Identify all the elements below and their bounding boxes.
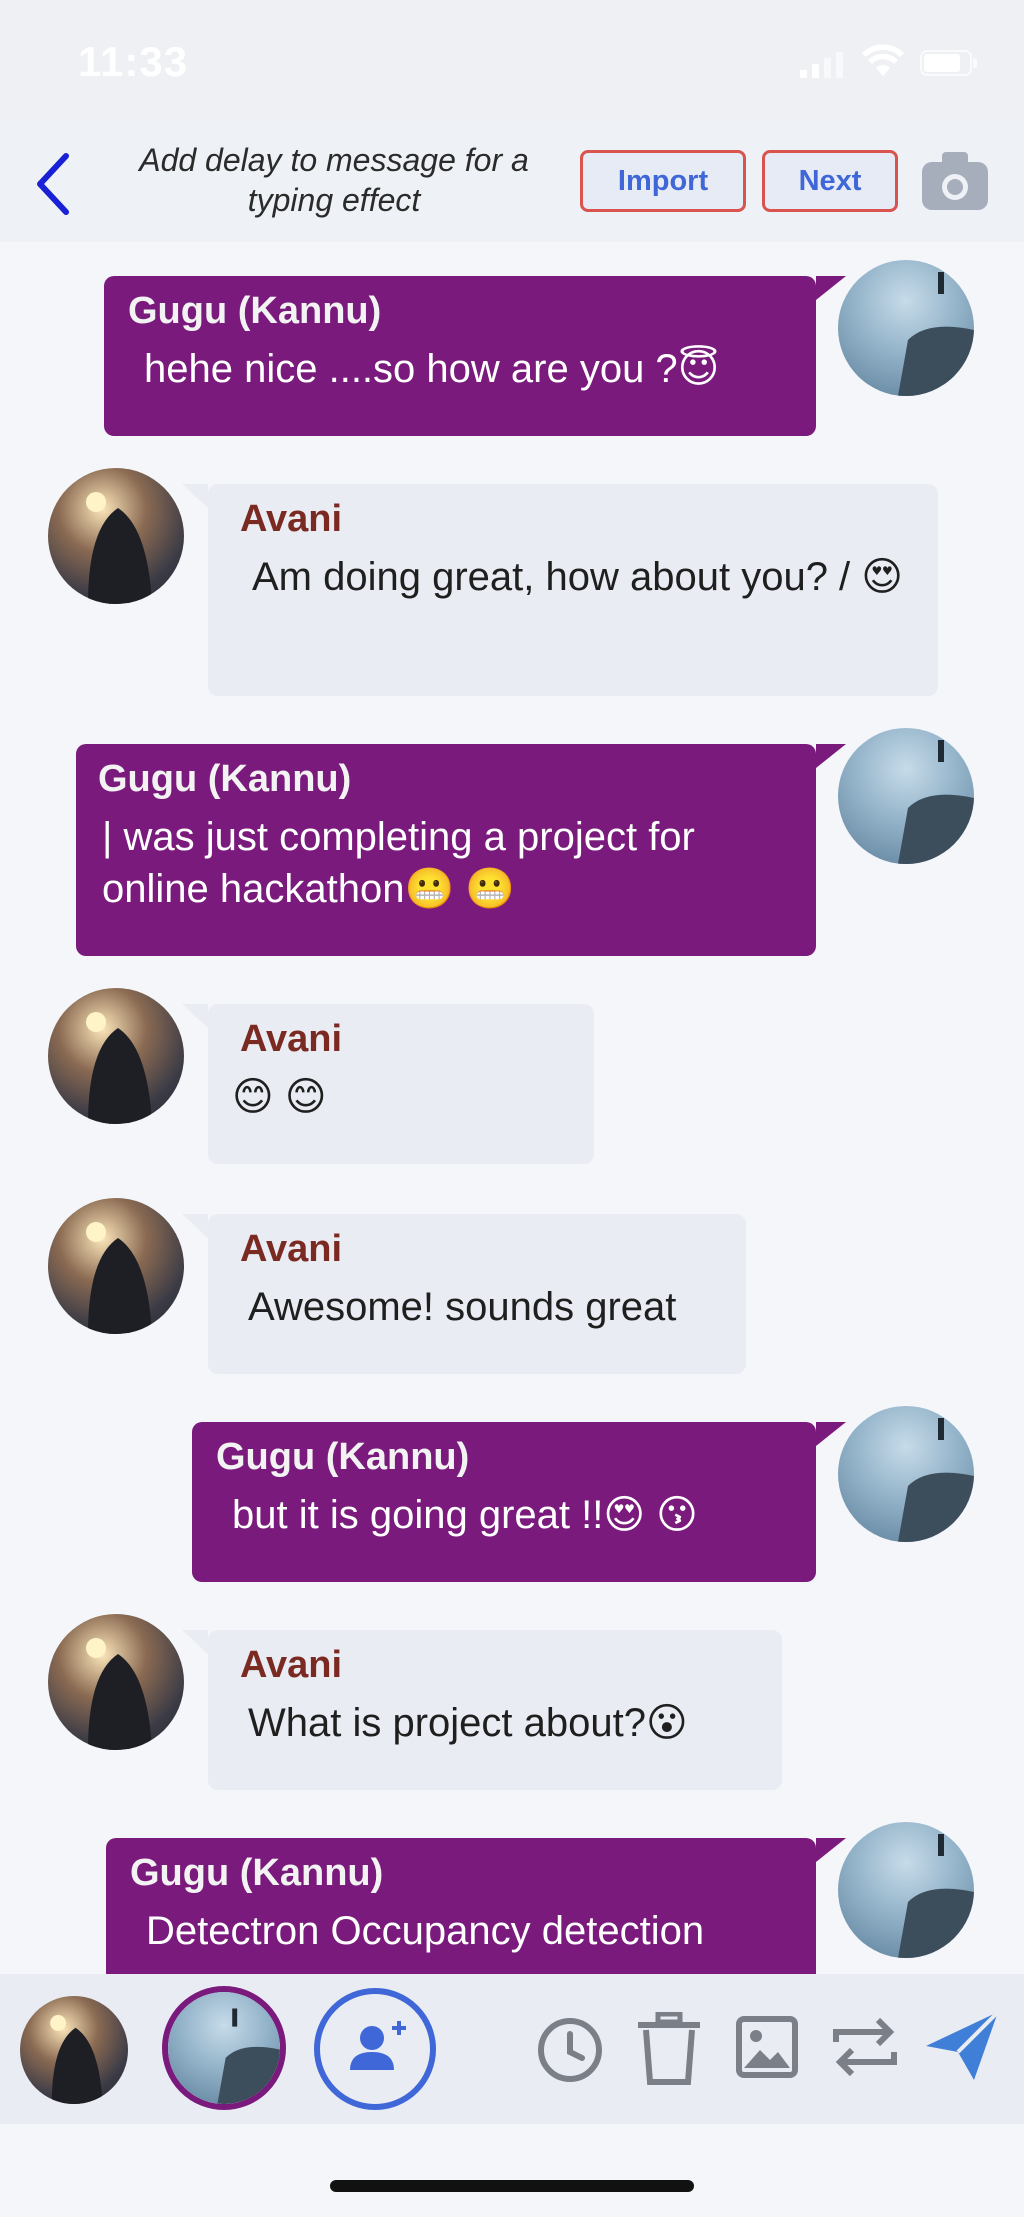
sender-name: Gugu (Kannu) (130, 1852, 384, 1894)
avatar-avani-selector[interactable] (20, 1996, 128, 2104)
sender-name: Gugu (Kannu) (216, 1436, 470, 1478)
message-bubble-received[interactable]: Avani What is project about?😮 (182, 1630, 782, 1790)
send-icon[interactable] (924, 2010, 1000, 2082)
avatar-avani (48, 1198, 184, 1334)
avatar-gugu-selector[interactable] (162, 1986, 286, 2110)
chat-list[interactable]: Gugu (Kannu) hehe nice ....so how are yo… (0, 242, 1024, 1974)
message-text: Awesome! sounds great (248, 1285, 677, 1329)
image-icon[interactable] (736, 2016, 798, 2078)
sender-name: Avani (240, 1018, 343, 1060)
next-button[interactable]: Next (762, 150, 898, 212)
avatar-gugu (838, 728, 974, 864)
message-text: What is project about?😮 (248, 1701, 688, 1745)
message-bubble-sent[interactable]: Gugu (Kannu) but it is going great !!😍 😗 (192, 1422, 846, 1582)
message-text: | was just completing a project for onli… (102, 815, 695, 911)
battery-icon (920, 50, 977, 76)
clock-icon[interactable] (536, 2016, 604, 2084)
status-time: 11:33 (78, 38, 189, 85)
message-text: hehe nice ....so how are you ?😇 (144, 347, 720, 391)
message-bubble-sent[interactable]: Gugu (Kannu) Detectron Occupancy detecti… (106, 1838, 846, 1974)
message-bubble-received[interactable]: Avani 😊 😊 (182, 1004, 594, 1164)
swap-icon[interactable] (832, 2016, 898, 2078)
message-bubble-sent[interactable]: Gugu (Kannu) | was just completing a pro… (76, 744, 846, 956)
message-bubble-received[interactable]: Avani Awesome! sounds great (182, 1214, 746, 1374)
avatar-gugu (838, 260, 974, 396)
avatar-gugu (838, 1822, 974, 1958)
sender-name: Avani (240, 1228, 343, 1270)
avatar-avani (48, 468, 184, 604)
add-user-icon[interactable] (312, 1986, 438, 2112)
signal-icon (800, 52, 843, 78)
message-text: 😊 😊 (232, 1075, 327, 1119)
sender-name: Avani (240, 498, 343, 540)
header-bar: Add delay to message for a typing effect… (0, 122, 1024, 242)
sender-name: Gugu (Kannu) (128, 290, 382, 332)
back-chevron-icon[interactable] (30, 152, 80, 216)
sender-name: Gugu (Kannu) (98, 758, 352, 800)
trash-icon[interactable] (636, 2012, 702, 2086)
wifi-icon (862, 44, 904, 76)
message-text: Detectron Occupancy detection (146, 1909, 705, 1953)
message-bubble-received[interactable]: Avani Am doing great, how about you? / 😍 (182, 484, 938, 696)
typing-delay-hint: Add delay to message for a typing effect (139, 142, 529, 218)
sender-name: Avani (240, 1644, 343, 1686)
status-bar: 11:33 (0, 0, 1024, 122)
import-button[interactable]: Import (580, 150, 746, 212)
avatar-gugu (838, 1406, 974, 1542)
avatar-avani (48, 1614, 184, 1750)
bottom-toolbar (0, 1974, 1024, 2124)
message-bubble-sent[interactable]: Gugu (Kannu) hehe nice ....so how are yo… (104, 276, 846, 436)
avatar-avani (48, 988, 184, 1124)
home-indicator[interactable] (330, 2180, 694, 2192)
camera-icon[interactable] (920, 150, 990, 212)
message-text: Am doing great, how about you? / 😍 (252, 555, 903, 599)
message-text: but it is going great !!😍 😗 (232, 1493, 698, 1537)
